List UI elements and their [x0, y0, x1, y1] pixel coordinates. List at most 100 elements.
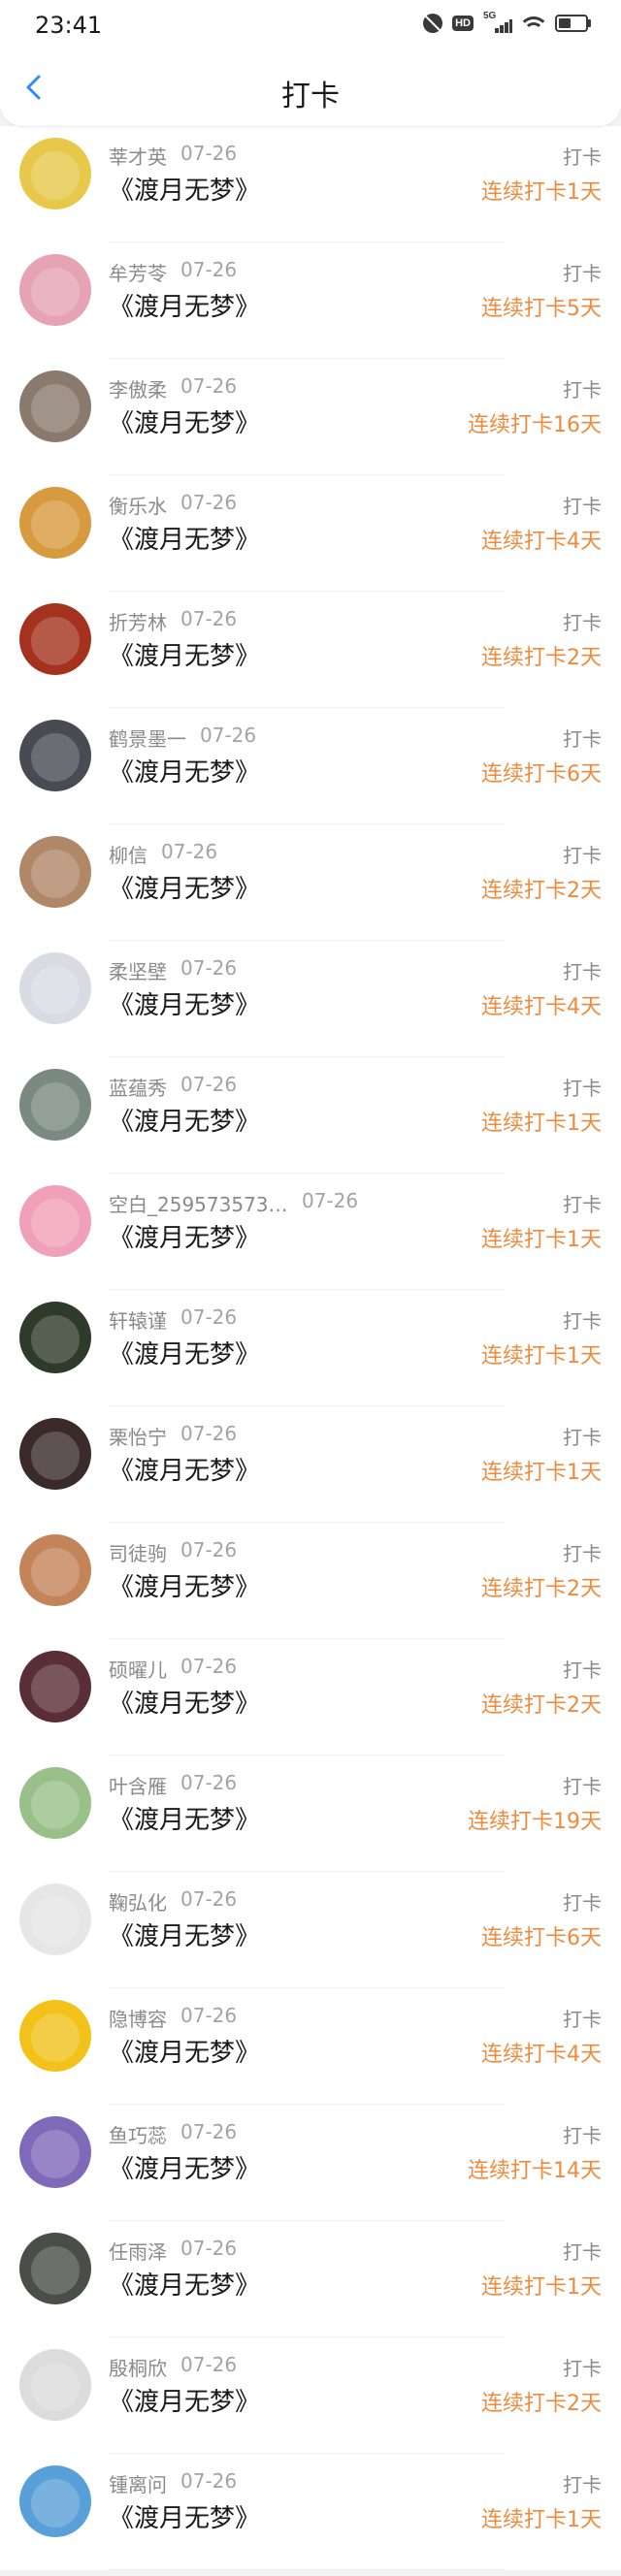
checkin-row[interactable]: 折芳林 07-26 《渡月无梦》 打卡 连续打卡2天 [0, 592, 621, 708]
user-name[interactable]: 锺离问 [109, 2469, 167, 2497]
user-name[interactable]: 柳信 [109, 840, 147, 868]
checkin-row[interactable]: 柳信 07-26 《渡月无梦》 打卡 连续打卡2天 [0, 824, 621, 941]
checkin-row[interactable]: 隐博容 07-26 《渡月无梦》 打卡 连续打卡4天 [0, 1988, 621, 2105]
avatar[interactable] [19, 2349, 91, 2421]
book-title[interactable]: 《渡月无梦》 [109, 2266, 260, 2302]
avatar[interactable] [19, 254, 91, 326]
streak-text: 连续打卡5天 [481, 297, 602, 321]
checkin-row[interactable]: 蓝蕴秀 07-26 《渡月无梦》 打卡 连续打卡1天 [0, 1057, 621, 1174]
avatar[interactable] [19, 836, 91, 908]
avatar[interactable] [19, 1534, 91, 1606]
book-title[interactable]: 《渡月无梦》 [109, 2498, 260, 2534]
user-name[interactable]: 任雨泽 [109, 2237, 167, 2265]
checkin-row[interactable]: 硕曜儿 07-26 《渡月无梦》 打卡 连续打卡2天 [0, 1639, 621, 1755]
streak-text: 连续打卡16天 [468, 413, 602, 437]
checkin-date: 07-26 [180, 491, 238, 514]
streak-text: 连续打卡4天 [481, 995, 602, 1019]
streak-text: 连续打卡1天 [481, 1344, 602, 1368]
streak-text: 连续打卡2天 [481, 1693, 602, 1718]
checkin-row[interactable]: 司徒驹 07-26 《渡月无梦》 打卡 连续打卡2天 [0, 1523, 621, 1639]
avatar[interactable] [19, 2000, 91, 2072]
book-title[interactable]: 《渡月无梦》 [109, 1800, 260, 1836]
avatar[interactable] [19, 1884, 91, 1955]
user-name[interactable]: 栗怡宁 [109, 1422, 167, 1450]
checkin-row[interactable]: 牟芳苓 07-26 《渡月无梦》 打卡 连续打卡5天 [0, 242, 621, 359]
book-title[interactable]: 《渡月无梦》 [109, 1684, 260, 1720]
user-name[interactable]: 空白_259573573… [109, 1189, 288, 1217]
book-title[interactable]: 《渡月无梦》 [109, 1451, 260, 1487]
user-name[interactable]: 叶含雁 [109, 1771, 167, 1799]
book-title[interactable]: 《渡月无梦》 [109, 1218, 260, 1254]
book-title[interactable]: 《渡月无梦》 [109, 520, 260, 556]
user-name[interactable]: 牟芳苓 [109, 258, 167, 286]
checkin-date: 07-26 [200, 724, 257, 747]
avatar-shading [31, 2246, 80, 2295]
avatar[interactable] [19, 952, 91, 1024]
checkin-row[interactable]: 柔坚壁 07-26 《渡月无梦》 打卡 连续打卡4天 [0, 941, 621, 1057]
book-title[interactable]: 《渡月无梦》 [109, 2382, 260, 2418]
avatar[interactable] [19, 370, 91, 442]
book-title[interactable]: 《渡月无梦》 [109, 403, 260, 439]
avatar[interactable] [19, 1651, 91, 1723]
avatar[interactable] [19, 1418, 91, 1490]
checkin-row[interactable]: 殷桐欣 07-26 《渡月无梦》 打卡 连续打卡2天 [0, 2337, 621, 2454]
checkin-row[interactable]: 锺离问 07-26 《渡月无梦》 打卡 连续打卡1天 [0, 2454, 621, 2570]
user-name[interactable]: 柔坚壁 [109, 956, 167, 984]
checkin-row[interactable]: 轩辕谨 07-26 《渡月无梦》 打卡 连续打卡1天 [0, 1290, 621, 1406]
book-title[interactable]: 《渡月无梦》 [109, 869, 260, 905]
checkin-row[interactable]: 莘才英 07-26 《渡月无梦》 打卡 连续打卡1天 [0, 126, 621, 242]
checkin-row[interactable]: 李傲柔 07-26 《渡月无梦》 打卡 连续打卡16天 [0, 359, 621, 475]
book-title[interactable]: 《渡月无梦》 [109, 287, 260, 323]
avatar[interactable] [19, 1069, 91, 1141]
book-title[interactable]: 《渡月无梦》 [109, 985, 260, 1021]
user-name[interactable]: 司徒驹 [109, 1538, 167, 1566]
streak-text: 连续打卡14天 [468, 2159, 602, 2183]
book-title[interactable]: 《渡月无梦》 [109, 1335, 260, 1370]
user-name[interactable]: 轩辕谨 [109, 1305, 167, 1334]
user-name[interactable]: 殷桐欣 [109, 2353, 167, 2381]
checkin-tag: 打卡 [563, 1193, 602, 1216]
book-title[interactable]: 《渡月无梦》 [109, 2149, 260, 2185]
checkin-row[interactable]: 鱼巧蕊 07-26 《渡月无梦》 打卡 连续打卡14天 [0, 2105, 621, 2221]
user-name[interactable]: 鱼巧蕊 [109, 2120, 167, 2148]
avatar-shading [31, 384, 80, 433]
network-label: 5G [483, 11, 497, 21]
book-title[interactable]: 《渡月无梦》 [109, 171, 260, 207]
avatar[interactable] [19, 1185, 91, 1257]
avatar[interactable] [19, 720, 91, 791]
book-title[interactable]: 《渡月无梦》 [109, 636, 260, 672]
user-name[interactable]: 鹤景墨一 [109, 724, 186, 752]
avatar[interactable] [19, 603, 91, 675]
checkin-row[interactable]: 栗怡宁 07-26 《渡月无梦》 打卡 连续打卡1天 [0, 1406, 621, 1523]
checkin-row[interactable]: 任雨泽 07-26 《渡月无梦》 打卡 连续打卡1天 [0, 2221, 621, 2337]
streak-text: 连续打卡2天 [481, 646, 602, 670]
book-title[interactable]: 《渡月无梦》 [109, 753, 260, 789]
user-name[interactable]: 衡乐水 [109, 491, 167, 519]
avatar-shading [31, 1199, 80, 1247]
avatar[interactable] [19, 2465, 91, 2537]
avatar[interactable] [19, 138, 91, 209]
book-title[interactable]: 《渡月无梦》 [109, 1567, 260, 1603]
user-name[interactable]: 莘才英 [109, 142, 167, 170]
checkin-row[interactable]: 叶含雁 07-26 《渡月无梦》 打卡 连续打卡19天 [0, 1755, 621, 1872]
avatar[interactable] [19, 487, 91, 559]
avatar[interactable] [19, 2116, 91, 2188]
avatar[interactable] [19, 1302, 91, 1373]
user-name[interactable]: 硕曜儿 [109, 1655, 167, 1683]
user-name[interactable]: 鞠弘化 [109, 1887, 167, 1916]
checkin-row[interactable]: 衡乐水 07-26 《渡月无梦》 打卡 连续打卡4天 [0, 475, 621, 592]
checkin-row[interactable]: 空白_259573573… 07-26 《渡月无梦》 打卡 连续打卡1天 [0, 1174, 621, 1290]
book-title[interactable]: 《渡月无梦》 [109, 1916, 260, 1952]
user-name[interactable]: 隐博容 [109, 2004, 167, 2032]
user-name[interactable]: 折芳林 [109, 607, 167, 635]
user-name[interactable]: 李傲柔 [109, 374, 167, 402]
book-title[interactable]: 《渡月无梦》 [109, 2033, 260, 2069]
avatar[interactable] [19, 1767, 91, 1839]
avatar[interactable] [19, 2233, 91, 2304]
hd-icon: HD [452, 16, 474, 31]
checkin-row[interactable]: 鹤景墨一 07-26 《渡月无梦》 打卡 连续打卡6天 [0, 708, 621, 824]
book-title[interactable]: 《渡月无梦》 [109, 1102, 260, 1138]
checkin-date: 07-26 [180, 2004, 238, 2027]
checkin-row[interactable]: 鞠弘化 07-26 《渡月无梦》 打卡 连续打卡6天 [0, 1872, 621, 1988]
user-name[interactable]: 蓝蕴秀 [109, 1073, 167, 1101]
